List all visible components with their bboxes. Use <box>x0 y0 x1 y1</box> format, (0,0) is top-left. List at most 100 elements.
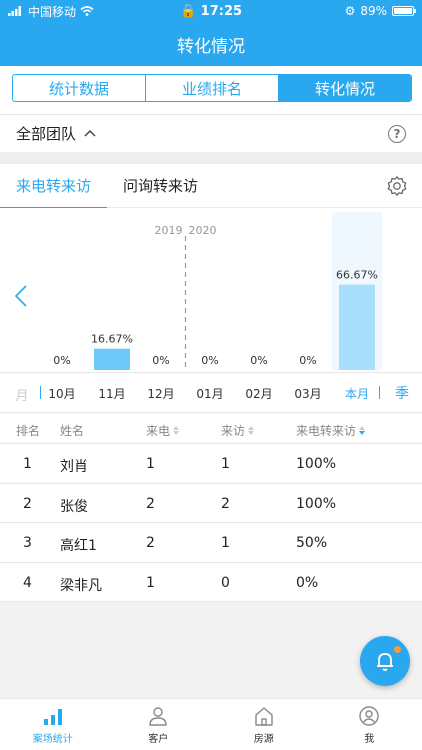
cell-name: 刘肖 <box>60 459 88 475</box>
header-visits[interactable]: 来访 <box>221 422 255 439</box>
wifi-icon <box>80 6 94 16</box>
tab-customers[interactable]: 客户 <box>106 699 212 750</box>
time-text: 17:25 <box>200 3 243 19</box>
tab-me[interactable]: 我 <box>317 699 422 750</box>
bar-chart: 2019 2020 0% 16.67% 0% 0% 0% 0% 66.67% <box>14 212 382 370</box>
segmented-control: 统计数据 业绩排名 转化情况 <box>12 74 412 102</box>
lock-icon: 🔒 <box>179 3 197 19</box>
bell-icon <box>377 653 393 671</box>
conversion-chart: 2019 2020 0% 16.67% 0% 0% 0% 0% 66.67% <box>0 208 422 372</box>
chart-bar <box>339 284 375 370</box>
tab-listings[interactable]: 房源 <box>211 699 317 750</box>
header-conversion[interactable]: 来电转来访 <box>296 422 366 439</box>
bar-value-label: 0% <box>250 354 267 367</box>
month-tick-label[interactable]: 12月 <box>141 385 181 402</box>
cell-conversion: 50% <box>296 535 328 551</box>
month-tick-label[interactable]: 01月 <box>190 385 230 402</box>
bottom-tab-bar: 案场统计 客户 房源 我 <box>0 698 422 750</box>
cell-name: 张俊 <box>60 498 88 515</box>
section-divider <box>0 152 422 164</box>
tab-site-stats[interactable]: 案场统计 <box>0 699 106 750</box>
cell-rank: 3 <box>23 535 32 551</box>
cell-visits: 1 <box>221 535 230 551</box>
notification-dot <box>394 646 401 653</box>
help-icon[interactable]: ? <box>388 124 406 143</box>
rotation-lock-icon: ⚙ <box>344 4 356 18</box>
tab-label: 房源 <box>253 733 274 745</box>
team-label: 全部团队 <box>16 125 77 143</box>
month-tick-label[interactable]: 10月 <box>42 385 82 402</box>
year-label-right: 2020 <box>189 224 217 237</box>
table-row[interactable]: 4 梁非凡 1 0 0% <box>0 563 422 602</box>
period-month-toggle[interactable]: 月 <box>2 385 42 404</box>
tab-label: 我 <box>364 733 375 745</box>
sort-icon <box>248 426 255 435</box>
cell-calls: 1 <box>146 456 155 472</box>
chevron-left-icon[interactable] <box>14 285 27 307</box>
header-rank: 排名 <box>16 424 41 438</box>
sort-icon <box>173 426 180 435</box>
carrier-group: 中国移动 <box>8 3 94 20</box>
chart-tabs: 来电转来访 问询转来访 <box>0 164 422 209</box>
month-axis: 月 季 10月 11月 12月 01月 02月 03月 本月 <box>0 372 422 412</box>
bar-value-label: 0% <box>299 354 316 367</box>
bar-value-label: 66.67% <box>336 269 378 282</box>
cell-visits: 2 <box>221 495 230 512</box>
status-bar: 中国移动 🔒 17:25 ⚙ 89% <box>0 0 422 22</box>
battery-percent: 89% <box>360 4 387 18</box>
month-tick-label[interactable]: 本月 <box>337 385 377 402</box>
header-calls[interactable]: 来电 <box>146 422 180 439</box>
bar-value-label: 16.67% <box>91 333 133 346</box>
profile-icon <box>359 705 379 726</box>
person-icon <box>149 706 167 726</box>
tab-label: 客户 <box>148 733 169 745</box>
tab-label: 案场统计 <box>32 733 73 745</box>
cell-name: 高红1 <box>60 538 97 554</box>
cell-calls: 2 <box>146 535 155 551</box>
table-row[interactable]: 3 高红1 2 1 50% <box>0 523 422 563</box>
bar-chart-icon <box>43 708 62 725</box>
chart-bar <box>94 348 130 370</box>
signal-icon <box>8 6 21 16</box>
page-title: 转化情况 <box>177 36 245 57</box>
bar-value-label: 0% <box>152 354 169 367</box>
header-name: 姓名 <box>60 424 85 438</box>
period-quarter-toggle[interactable]: 季 <box>382 383 422 403</box>
bar-value-label: 0% <box>201 354 218 367</box>
segment-ranking[interactable]: 业绩排名 <box>146 75 279 101</box>
month-tick-label[interactable]: 02月 <box>239 385 279 402</box>
house-icon <box>255 706 273 726</box>
segment-stats[interactable]: 统计数据 <box>13 75 146 101</box>
cell-conversion: 100% <box>296 495 337 512</box>
cell-calls: 2 <box>146 495 155 512</box>
status-right: ⚙ 89% <box>344 4 416 18</box>
carrier-name: 中国移动 <box>28 4 77 19</box>
segment-conversion[interactable]: 转化情况 <box>279 75 411 101</box>
notification-button[interactable] <box>360 636 410 686</box>
axis-separator <box>379 386 380 399</box>
segment-container: 统计数据 业绩排名 转化情况 <box>0 66 422 114</box>
month-tick-label[interactable]: 11月 <box>92 385 132 402</box>
table-row[interactable]: 1 刘肖 1 1 100% <box>0 444 422 484</box>
cell-rank: 2 <box>23 495 32 512</box>
table-row[interactable]: 2 张俊 2 2 100% <box>0 484 422 523</box>
axis-separator <box>40 386 41 399</box>
battery-icon <box>392 6 416 16</box>
month-tick-label[interactable]: 03月 <box>288 385 328 402</box>
nav-bar: 转化情况 <box>0 22 422 66</box>
cell-visits: 1 <box>221 456 230 472</box>
ranking-table: 排名 姓名 来电 来访 来电转来访 1 刘肖 1 1 100% 2 张俊 2 2… <box>0 412 422 602</box>
tab-call-to-visit[interactable]: 来电转来访 <box>0 164 108 209</box>
cell-conversion: 100% <box>296 456 337 472</box>
cell-calls: 1 <box>146 574 155 591</box>
cell-rank: 1 <box>23 456 32 472</box>
cell-rank: 4 <box>23 574 32 591</box>
table-header: 排名 姓名 来电 来访 来电转来访 <box>0 412 422 444</box>
team-filter[interactable]: 全部团队 ? <box>0 114 422 152</box>
tab-inquiry-to-visit[interactable]: 问询转来访 <box>107 164 214 208</box>
cell-visits: 0 <box>221 574 230 591</box>
sort-icon <box>359 426 366 435</box>
gear-icon[interactable] <box>386 175 408 197</box>
chevron-up-icon <box>84 129 96 137</box>
cell-conversion: 0% <box>296 574 319 591</box>
